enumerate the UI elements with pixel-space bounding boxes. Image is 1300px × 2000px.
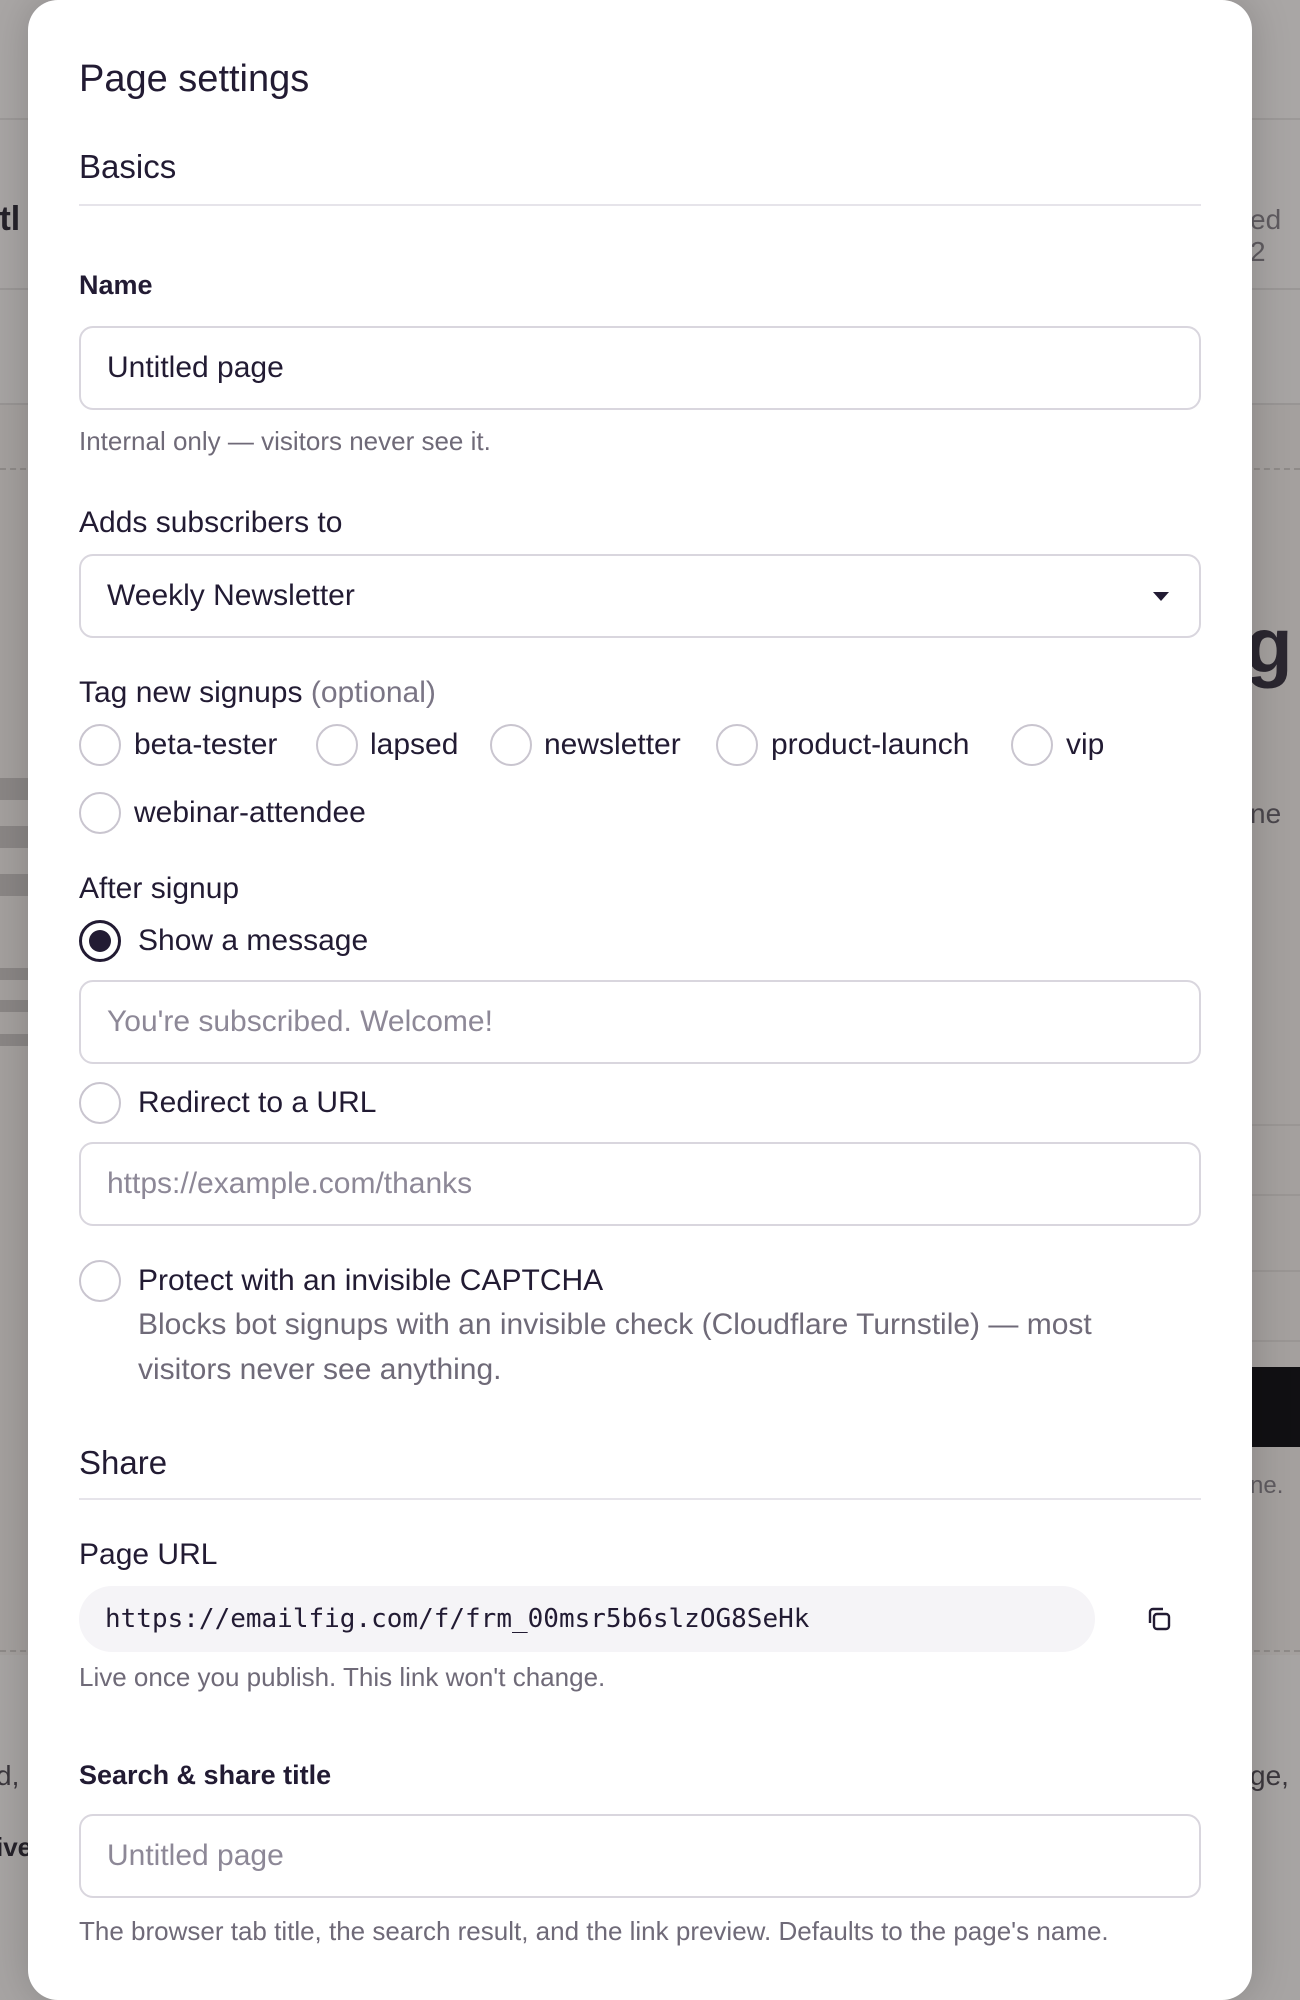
name-hint: Internal only — visitors never see it. bbox=[79, 426, 491, 456]
backdrop-line bbox=[0, 968, 28, 980]
copy-icon bbox=[1148, 1607, 1171, 1631]
backdrop-line bbox=[1250, 1340, 1300, 1342]
backdrop-line bbox=[1250, 1194, 1300, 1196]
section-divider bbox=[79, 1498, 1201, 1500]
backdrop-line bbox=[1250, 1124, 1300, 1126]
tag-product-launch-label[interactable]: product-launch bbox=[771, 728, 969, 762]
backdrop-line bbox=[1250, 1270, 1300, 1272]
backdrop-line bbox=[0, 1000, 28, 1012]
backdrop-button bbox=[1250, 1367, 1300, 1447]
captcha-description: Blocks bot signups with an invisible che… bbox=[138, 1308, 1092, 1386]
backdrop-line bbox=[0, 1034, 28, 1046]
modal-title: Page settings bbox=[79, 58, 310, 100]
seo-title-hint: The browser tab title, the search result… bbox=[79, 1916, 1109, 1946]
list-label: Adds subscribers to bbox=[79, 506, 343, 539]
tag-vip-label[interactable]: vip bbox=[1066, 728, 1104, 762]
tag-webinar-attendee-checkbox[interactable] bbox=[79, 792, 121, 834]
tag-beta-tester-checkbox[interactable] bbox=[79, 724, 121, 766]
redirect-url-input[interactable]: https://example.com/thanks bbox=[79, 1142, 1201, 1226]
backdrop-title-fragment: itl bbox=[0, 200, 21, 238]
backdrop-line bbox=[0, 874, 28, 896]
tag-beta-tester-label[interactable]: beta-tester bbox=[134, 728, 277, 762]
show-message-radio[interactable] bbox=[79, 920, 121, 962]
seo-title-label: Search & share title bbox=[79, 1760, 332, 1790]
tags-optional-text: (optional) bbox=[310, 676, 436, 709]
page-settings-modal: Page settings Basics Name Untitled page … bbox=[28, 0, 1252, 2000]
show-message-label[interactable]: Show a message bbox=[138, 924, 368, 958]
backdrop-text-fragment: d, bbox=[0, 1760, 20, 1791]
chevron-down-icon bbox=[1153, 592, 1169, 601]
captcha-label[interactable]: Protect with an invisible CAPTCHA bbox=[138, 1264, 603, 1298]
tag-lapsed-label[interactable]: lapsed bbox=[370, 728, 458, 762]
backdrop-heading-fragment: g bbox=[1245, 601, 1293, 689]
backdrop-text-fragment: ne bbox=[1250, 798, 1282, 829]
redirect-url-radio[interactable] bbox=[79, 1082, 121, 1124]
tag-product-launch-checkbox[interactable] bbox=[716, 724, 758, 766]
backdrop-line bbox=[0, 778, 28, 800]
page-url-field[interactable]: https://emailfig.com/f/frm_00msr5b6slzOG… bbox=[79, 1586, 1095, 1652]
section-title-basics: Basics bbox=[79, 148, 177, 185]
backdrop-text-fragment: ge, bbox=[1250, 1760, 1289, 1791]
after-signup-label: After signup bbox=[79, 872, 240, 905]
redirect-url-label[interactable]: Redirect to a URL bbox=[138, 1086, 376, 1120]
name-input[interactable]: Untitled page bbox=[79, 326, 1201, 410]
backdrop-line bbox=[0, 826, 28, 848]
tag-newsletter-label[interactable]: newsletter bbox=[544, 728, 681, 762]
section-title-share: Share bbox=[79, 1444, 168, 1481]
tag-lapsed-checkbox[interactable] bbox=[316, 724, 358, 766]
tags-label: Tag new signups (optional) bbox=[79, 676, 436, 710]
list-select[interactable]: Weekly Newsletter bbox=[79, 554, 1201, 638]
backdrop-text-fragment: ne. bbox=[1250, 1472, 1284, 1499]
copy-url-button[interactable] bbox=[1138, 1598, 1180, 1640]
seo-title-input[interactable]: Untitled page bbox=[79, 1814, 1201, 1898]
name-label: Name bbox=[79, 270, 153, 300]
page-url-hint: Live once you publish. This link won't c… bbox=[79, 1662, 606, 1692]
tag-webinar-attendee-label[interactable]: webinar-attendee bbox=[134, 796, 366, 830]
tags-label-text: Tag new signups bbox=[79, 676, 303, 709]
list-select-value: Weekly Newsletter bbox=[107, 579, 355, 612]
captcha-checkbox[interactable] bbox=[79, 1260, 121, 1302]
backdrop-status-fragment: ed 2 bbox=[1250, 204, 1282, 267]
tag-newsletter-checkbox[interactable] bbox=[490, 724, 532, 766]
section-divider bbox=[79, 204, 1201, 206]
tag-vip-checkbox[interactable] bbox=[1011, 724, 1053, 766]
success-message-input[interactable]: You're subscribed. Welcome! bbox=[79, 980, 1201, 1064]
page-url-label: Page URL bbox=[79, 1538, 218, 1571]
